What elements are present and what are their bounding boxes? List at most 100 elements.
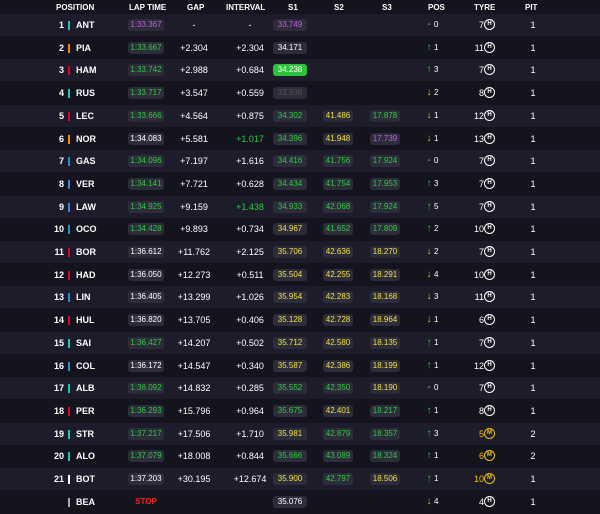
table-row[interactable]: 13 LIN 1:36.405 +13.299 +1.026 35.954 42… <box>0 286 600 309</box>
table-row[interactable]: 17 ALB 1:36.092 +14.832 +0.285 35.552 42… <box>0 377 600 400</box>
header-gap: GAP <box>187 3 205 12</box>
sector3-time: 18.964 <box>370 314 400 327</box>
table-row[interactable]: 10 OCO 1:34.428 +9.893 +0.734 34.967 41.… <box>0 218 600 241</box>
table-row[interactable]: 21 BOT 1:37.203 +30.195 +12.674 35.900 4… <box>0 468 600 490</box>
interval-value: +0.684 <box>236 65 264 76</box>
sector1-time: 35.900 <box>273 473 307 485</box>
sector2-time: 42.350 <box>323 382 353 395</box>
sector3-time: 17.809 <box>370 223 400 236</box>
lap-time: 1:36.405 <box>128 291 164 304</box>
table-row[interactable]: 6 NOR 1:34.083 +5.581 +1.017 34.396 41.9… <box>0 127 600 150</box>
tyre-compound-icon: H <box>484 314 495 326</box>
table-row[interactable]: 9 LAW 1:34.925 +9.159 +1.438 34.933 42.0… <box>0 195 600 218</box>
table-row[interactable]: 16 COL 1:36.172 +14.547 +0.340 35.587 42… <box>0 354 600 377</box>
table-row[interactable]: 15 SAI 1:36.427 +14.207 +0.502 35.712 42… <box>0 331 600 354</box>
tyre-laps: 7 <box>478 20 484 30</box>
gap-value: +30.195 <box>177 474 211 484</box>
sector1-time: 33.938 <box>273 87 307 100</box>
pit-count: 1 <box>530 20 536 30</box>
position-change-arrow-icon: ↑ <box>426 473 432 484</box>
lap-time: 1:33.742 <box>128 64 164 77</box>
tyre-laps: 7 <box>478 383 484 394</box>
table-row[interactable]: 5 LEC 1:33.666 +4.564 +0.875 34.302 41.4… <box>0 104 600 127</box>
table-row[interactable]: 7 GAS 1:34.096 +7.197 +1.616 34.416 41.7… <box>0 150 600 173</box>
lap-time: 1:36.612 <box>128 246 164 258</box>
sector1-time: 35.587 <box>273 359 307 372</box>
driver-code: BOT <box>76 474 95 484</box>
driver-code: BOR <box>76 247 96 257</box>
position-number: 13 <box>53 292 64 303</box>
interval-value: +12.674 <box>233 474 267 484</box>
position-number: 11 <box>54 247 64 257</box>
sector1-time: 35.076 <box>273 495 307 508</box>
table-row[interactable]: 8 VER 1:34.141 +7.721 +0.628 34.434 41.7… <box>0 172 600 195</box>
sector1-time: 35.981 <box>273 427 307 440</box>
table-row[interactable]: 1 ANT 1:33.367 - - 33.749 - 0 7 H 1 <box>0 14 600 36</box>
lap-time: 1:36.050 <box>128 268 164 281</box>
position-number: 16 <box>53 360 64 371</box>
sector1-time: 35.552 <box>273 382 307 395</box>
pit-count: 1 <box>530 269 536 280</box>
sector3-time: 18.168 <box>370 291 400 304</box>
table-row[interactable]: BEA STOP 35.076 ↓ 4 4 H 1 <box>0 490 600 513</box>
table-header: POSITION LAP TIME GAP INTERVAL S1 S2 S3 … <box>0 0 600 14</box>
table-row[interactable]: 12 HAD 1:36.050 +12.273 +0.511 35.504 42… <box>0 263 600 286</box>
driver-code: COL <box>76 360 95 371</box>
sector1-time: 34.933 <box>273 200 307 213</box>
team-color-bar <box>68 316 70 326</box>
position-change-count: 0 <box>434 156 439 166</box>
team-color-bar <box>68 134 70 144</box>
pit-count: 1 <box>530 292 536 303</box>
lap-time: 1:36.092 <box>128 382 164 395</box>
table-row[interactable]: 4 RUS 1:33.717 +3.547 +0.559 33.938 ↓ 2 … <box>0 82 600 105</box>
position-change-count: 1 <box>434 42 439 52</box>
driver-code: VER <box>76 178 95 189</box>
position-change-count: 0 <box>434 383 439 393</box>
position-change-count: 2 <box>434 224 439 234</box>
lap-time: STOP <box>135 496 157 506</box>
pit-count: 1 <box>530 405 536 416</box>
tyre-compound-icon: M <box>484 427 495 439</box>
team-color-bar <box>68 202 70 212</box>
sector1-time: 35.666 <box>273 450 307 463</box>
position-change-arrow-icon: ↓ <box>426 291 432 303</box>
table-row[interactable]: 2 PIA 1:33.667 +2.304 +2.304 34.171 ↑ 1 … <box>0 36 600 59</box>
table-row[interactable]: 19 STR 1:37.217 +17.506 +1.710 35.981 42… <box>0 422 600 445</box>
gap-value <box>172 491 216 513</box>
team-color-bar <box>68 406 70 416</box>
position-number: 5 <box>58 110 64 121</box>
position-number: 12 <box>53 269 64 280</box>
interval-value: +2.125 <box>236 247 264 257</box>
lap-time: 1:33.717 <box>128 87 164 100</box>
tyre-compound-icon: H <box>484 41 495 53</box>
position-change-arrow-icon: - <box>427 382 431 394</box>
position-change-arrow-icon: ↓ <box>426 268 432 280</box>
table-row[interactable]: 20 ALO 1:37.079 +18.008 +0.844 35.666 43… <box>0 445 600 468</box>
table-row[interactable]: 18 PER 1:36.293 +15.796 +0.964 35.675 42… <box>0 399 600 422</box>
position-change-count: 1 <box>434 451 439 461</box>
position-change-arrow-icon: - <box>427 155 431 167</box>
position-change-count: 4 <box>434 269 439 279</box>
tyre-laps: 6 <box>478 315 484 326</box>
gap-value: +2.988 <box>180 65 208 76</box>
tyre-laps: 12 <box>474 360 485 371</box>
position-number: 21 <box>53 474 64 484</box>
position-change-arrow-icon: ↓ <box>426 314 432 326</box>
sector3-time: 17.924 <box>370 200 400 213</box>
table-row[interactable]: 14 HUL 1:36.820 +13.705 +0.406 35.128 42… <box>0 309 600 332</box>
gap-value: +13.705 <box>177 315 211 326</box>
sector2-time: 42.580 <box>323 336 353 349</box>
driver-code: PER <box>76 405 95 416</box>
position-change-arrow-icon: ↑ <box>426 64 432 76</box>
position-change-arrow-icon: ↑ <box>426 336 432 348</box>
interval-value: +0.875 <box>236 110 264 121</box>
lap-time: 1:37.079 <box>128 450 164 463</box>
sector1-time: 35.675 <box>273 404 307 417</box>
gap-value: +14.207 <box>177 337 211 348</box>
table-row[interactable]: 11 BOR 1:36.612 +11.762 +2.125 35.706 42… <box>0 241 600 263</box>
tyre-compound-icon: H <box>484 19 495 30</box>
table-row[interactable]: 3 HAM 1:33.742 +2.988 +0.684 34.238 ↑ 3 … <box>0 59 600 82</box>
gap-value: +4.564 <box>180 110 208 121</box>
interval-value: +1.017 <box>236 133 264 144</box>
header-tyre: TYRE <box>474 3 496 12</box>
